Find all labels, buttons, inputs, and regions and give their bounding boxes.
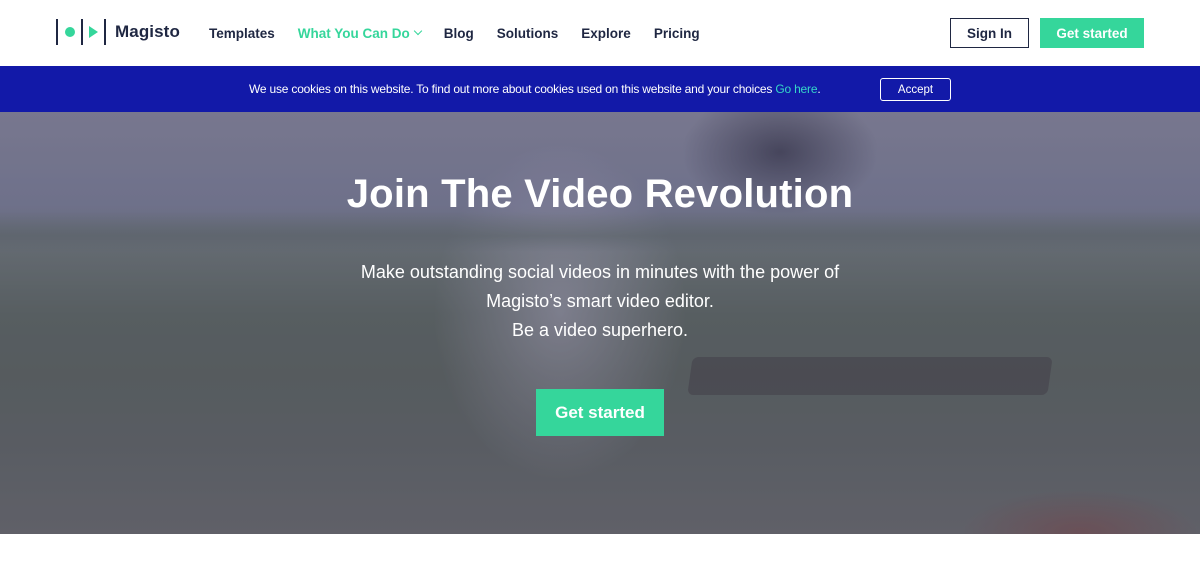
brand-name: Magisto [115, 22, 180, 41]
hero-subtitle-line: Be a video superhero. [511, 320, 689, 340]
record-dot-icon [65, 27, 75, 37]
nav-item-label: What You Can Do [297, 25, 410, 41]
hero-get-started-button[interactable]: Get started [536, 389, 664, 436]
logo-bar-middle [81, 19, 83, 45]
cookie-message: We use cookies on this website. To find … [249, 82, 821, 96]
chevron-down-icon [413, 26, 423, 36]
cookie-banner: We use cookies on this website. To find … [0, 66, 1200, 112]
main-nav: Templates What You Can Do Blog Solutions… [209, 0, 723, 66]
play-icon [89, 26, 98, 38]
logo-bar-left [56, 19, 58, 45]
accept-cookies-button[interactable]: Accept [880, 78, 951, 101]
site-header: Magisto Templates What You Can Do Blog S… [0, 0, 1200, 66]
hero-section: Join The Video Revolution Make outstandi… [0, 112, 1200, 534]
cookie-trailing: . [817, 82, 821, 96]
nav-item-explore[interactable]: Explore [581, 26, 631, 41]
hero-title: Join The Video Revolution [346, 172, 854, 216]
nav-item-what-you-can-do[interactable]: What You Can Do [297, 25, 423, 41]
hero-subtitle-line: Magisto’s smart video editor. [486, 291, 714, 311]
hero-subtitle: Make outstanding social videos in minute… [0, 258, 1200, 345]
sign-in-button[interactable]: Sign In [950, 18, 1029, 48]
header-get-started-button[interactable]: Get started [1040, 18, 1144, 48]
logo-bar-right [104, 19, 106, 45]
nav-item-blog[interactable]: Blog [444, 26, 474, 41]
cookie-text: We use cookies on this website. To find … [249, 82, 776, 96]
nav-item-solutions[interactable]: Solutions [497, 26, 559, 41]
magisto-logo[interactable]: Magisto [56, 19, 180, 45]
nav-item-templates[interactable]: Templates [209, 26, 275, 41]
nav-item-pricing[interactable]: Pricing [654, 26, 700, 41]
hero-subtitle-line: Make outstanding social videos in minute… [360, 262, 840, 282]
cookie-policy-link[interactable]: Go here [775, 82, 817, 96]
